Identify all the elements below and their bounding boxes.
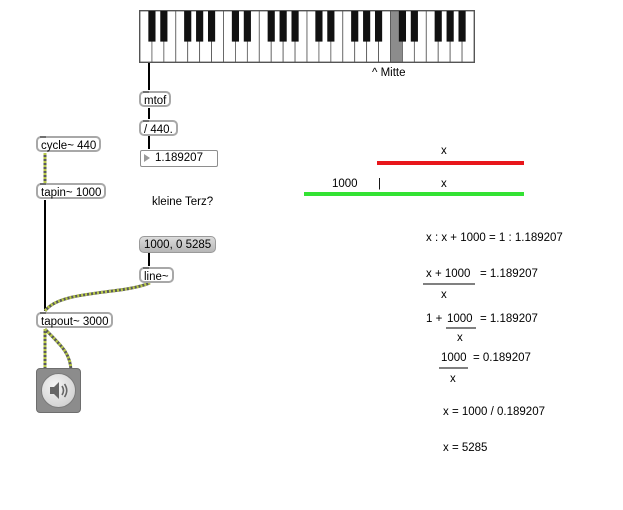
equation-4-denominator: x	[450, 373, 456, 385]
equation-2-numerator: x + 1000	[426, 268, 471, 280]
speaker-circle	[41, 373, 76, 408]
equation-5: x = 1000 / 0.189207	[443, 406, 545, 418]
equation-6: x = 5285	[443, 442, 488, 454]
black-key[interactable]	[315, 11, 323, 42]
tapout-object[interactable]: tapout~ 3000	[36, 312, 114, 328]
divide-440-object[interactable]: / 440.	[139, 120, 178, 136]
black-key[interactable]	[327, 11, 335, 42]
black-key[interactable]	[279, 11, 287, 42]
black-key[interactable]	[243, 11, 251, 42]
speaker-icon	[50, 382, 68, 399]
number-value: 1.189207	[155, 152, 203, 164]
mtof-object[interactable]: mtof	[139, 91, 172, 107]
kleine-terz-comment: kleine Terz?	[152, 196, 214, 208]
green-1000-label: 1000	[332, 178, 358, 190]
black-key[interactable]	[160, 11, 168, 42]
equation-4-numerator: 1000	[441, 352, 467, 364]
number-triangle-icon	[144, 154, 150, 162]
ezdac-button[interactable]	[36, 368, 81, 413]
black-key[interactable]	[351, 11, 359, 42]
patch-cords	[43, 62, 524, 371]
equation-3-denominator: x	[457, 332, 463, 344]
black-key[interactable]	[446, 11, 454, 42]
number-box[interactable]: 1.189207	[140, 150, 218, 167]
black-key[interactable]	[231, 11, 240, 42]
black-key[interactable]	[363, 11, 371, 42]
tapin-object[interactable]: tapin~ 1000	[36, 183, 107, 199]
cycle-object[interactable]: cycle~ 440	[36, 136, 102, 152]
equation-1: x : x + 1000 = 1 : 1.189207	[426, 232, 563, 244]
mitte-label: ^ Mitte	[372, 67, 406, 79]
equation-2-denominator: x	[441, 289, 447, 301]
equation-3-lhs: 1 +	[426, 313, 443, 325]
black-key[interactable]	[410, 11, 418, 42]
black-key[interactable]	[267, 11, 275, 42]
black-key[interactable]	[458, 11, 466, 42]
green-x-label: x	[441, 178, 447, 190]
equation-3-numerator: 1000	[447, 313, 473, 325]
black-key[interactable]	[207, 11, 216, 42]
black-key[interactable]	[196, 11, 204, 42]
black-key[interactable]	[148, 11, 156, 42]
black-key[interactable]	[434, 11, 442, 42]
equation-4-rhs: = 0.189207	[473, 352, 531, 364]
line-object[interactable]: line~	[139, 267, 174, 283]
green-divider-mark: |	[378, 178, 381, 190]
red-line-x-label: x	[441, 145, 447, 157]
black-key[interactable]	[291, 11, 299, 42]
piano-keyboard[interactable]	[139, 10, 475, 63]
black-key[interactable]	[184, 11, 192, 42]
equation-2-rhs: = 1.189207	[480, 268, 538, 280]
message-box[interactable]: 1000, 0 5285	[139, 236, 217, 253]
equation-3-rhs: = 1.189207	[480, 313, 538, 325]
black-key[interactable]	[398, 11, 407, 42]
black-key[interactable]	[374, 11, 383, 42]
